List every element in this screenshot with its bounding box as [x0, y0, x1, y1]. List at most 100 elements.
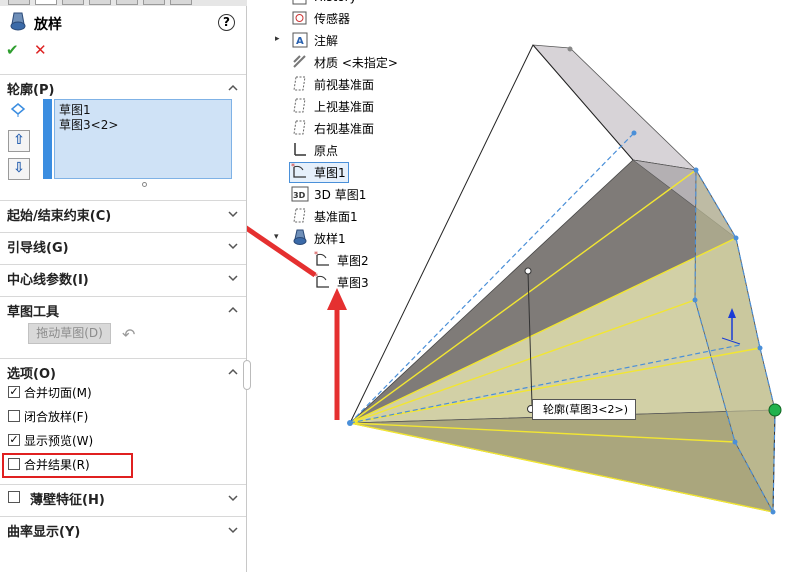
checkbox[interactable]	[8, 491, 20, 503]
connector-handle[interactable]	[768, 403, 782, 417]
section-title: 引导线(G)	[7, 241, 69, 256]
collapse-arrow-icon[interactable]: ▾	[274, 232, 279, 242]
move-up-button[interactable]: ⇧	[8, 130, 30, 152]
option-label: 合并切面(M)	[24, 386, 92, 400]
section-title: 中心线参数(I)	[7, 273, 89, 288]
section-curvature-display[interactable]: 曲率显示(Y)	[0, 516, 246, 540]
option-label: 闭合放样(F)	[24, 410, 89, 424]
drag-sketch-button[interactable]: 拖动草图(D)	[28, 323, 111, 344]
loft-icon	[293, 229, 307, 245]
section-title: 轮廓(P)	[7, 83, 55, 98]
chevron-down-icon[interactable]	[228, 525, 238, 535]
list-resize-handle[interactable]	[142, 182, 147, 187]
tab-display-manager[interactable]	[116, 0, 138, 5]
svg-text:*: *	[314, 251, 318, 259]
section-options[interactable]: 选项(O)	[0, 358, 246, 382]
tree-item-label: 上视基准面	[314, 100, 375, 114]
chevron-down-icon[interactable]	[228, 241, 238, 251]
section-title: 起始/结束约束(C)	[7, 209, 112, 224]
property-manager-panel: 放样 ? ✔ ✕ 轮廓(P) ⇧ ⇩ 草图1 草图3<2> 起始/结束约束(C)…	[0, 0, 247, 572]
section-title: 草图工具	[7, 305, 60, 320]
profile-points	[347, 46, 776, 515]
chevron-down-icon[interactable]	[228, 493, 238, 503]
tree-item-label: 注解	[314, 34, 339, 48]
tab-appearance[interactable]	[143, 0, 165, 5]
profile-callout[interactable]: 轮廓(草图3<2>)	[532, 399, 636, 420]
profile-selection-icon	[10, 103, 26, 117]
section-profiles[interactable]: 轮廓(P)	[0, 74, 246, 98]
svg-text:A: A	[296, 36, 304, 47]
undo-icon[interactable]: ↶	[122, 325, 135, 344]
origin-icon	[294, 143, 306, 156]
tree-item-label: 草图1	[314, 166, 346, 180]
section-title: 薄壁特征(H)	[30, 493, 105, 508]
axis-triad-icon	[721, 308, 741, 345]
tab-feature-manager[interactable]	[8, 0, 30, 5]
ok-button[interactable]: ✔	[6, 41, 19, 59]
tab-dim-xpert[interactable]	[89, 0, 111, 5]
sketch3-profile	[349, 132, 776, 515]
plane-icon	[293, 120, 306, 135]
option-label: 显示预览(W)	[24, 434, 94, 448]
material-icon	[293, 55, 306, 68]
plane-icon	[293, 208, 306, 223]
section-sketch-tools[interactable]: 草图工具	[0, 296, 246, 320]
tab-property-manager[interactable]	[35, 0, 57, 5]
tree-item-label: 3D 草图1	[314, 188, 367, 202]
tree-item-label: 草图2	[337, 254, 369, 268]
tree-item-label: 传感器	[314, 12, 351, 26]
chevron-down-icon[interactable]	[228, 273, 238, 283]
section-title: 曲率显示(Y)	[7, 525, 81, 540]
checkbox[interactable]: ✓	[8, 434, 20, 446]
svg-text:*: *	[314, 273, 318, 281]
history-icon	[292, 0, 307, 5]
section-thin-feature[interactable]: 薄壁特征(H)	[0, 484, 246, 508]
move-down-button[interactable]: ⇩	[8, 158, 30, 180]
section-centerline-parameters[interactable]: 中心线参数(I)	[0, 264, 246, 288]
tree-item-label: History	[314, 0, 357, 4]
tree-item-label: 前视基准面	[314, 78, 375, 92]
help-icon[interactable]: ?	[218, 14, 235, 31]
property-manager-header: 放样 ?	[6, 12, 241, 36]
tree-item-label: 草图3	[337, 276, 369, 290]
section-title: 选项(O)	[7, 367, 56, 382]
chevron-up-icon[interactable]	[228, 83, 238, 93]
tree-item-label: 基准面1	[314, 210, 358, 224]
leader-endpoint	[524, 267, 532, 275]
tree-item-label: 材质 <未指定>	[314, 56, 398, 70]
section-start-end-constraints[interactable]: 起始/结束约束(C)	[0, 200, 246, 224]
sensor-icon	[292, 11, 307, 25]
checkbox[interactable]	[8, 410, 20, 422]
sketch-icon: *	[314, 251, 329, 266]
profile-list-accent	[43, 99, 52, 179]
profiles-list[interactable]: 草图1 草图3<2>	[54, 99, 232, 179]
tab-configuration-manager[interactable]	[62, 0, 84, 5]
list-item[interactable]: 草图3<2>	[59, 116, 118, 133]
loft-icon	[10, 12, 26, 31]
svg-text:3D: 3D	[293, 191, 306, 200]
preview-lines	[349, 169, 774, 513]
cancel-button[interactable]: ✕	[34, 41, 47, 59]
page-title: 放样	[34, 17, 62, 33]
tree-item-label: 右视基准面	[314, 122, 375, 136]
tree-item-label: 原点	[314, 144, 339, 158]
checkbox[interactable]: ✓	[8, 386, 20, 398]
plane-icon	[293, 76, 306, 91]
chevron-down-icon[interactable]	[228, 209, 238, 219]
loft-preview-solid	[349, 44, 776, 514]
svg-text:*: *	[291, 163, 295, 171]
chevron-up-icon[interactable]	[228, 367, 238, 377]
annotation-highlight-box	[2, 453, 133, 478]
tree-item-label: 放样1	[314, 232, 346, 246]
3d-sketch-icon: 3D	[291, 186, 309, 202]
annotation-icon: A	[292, 32, 308, 48]
manager-tabs	[0, 0, 247, 6]
plane-icon	[293, 98, 306, 113]
panel-collapse-handle[interactable]	[243, 360, 251, 390]
expand-arrow-icon[interactable]: ▸	[275, 34, 280, 44]
sketch-icon: *	[291, 163, 306, 178]
sketch-icon: *	[314, 273, 329, 288]
chevron-up-icon[interactable]	[228, 305, 238, 315]
tab-cam[interactable]	[170, 0, 192, 5]
section-guide-curves[interactable]: 引导线(G)	[0, 232, 246, 256]
